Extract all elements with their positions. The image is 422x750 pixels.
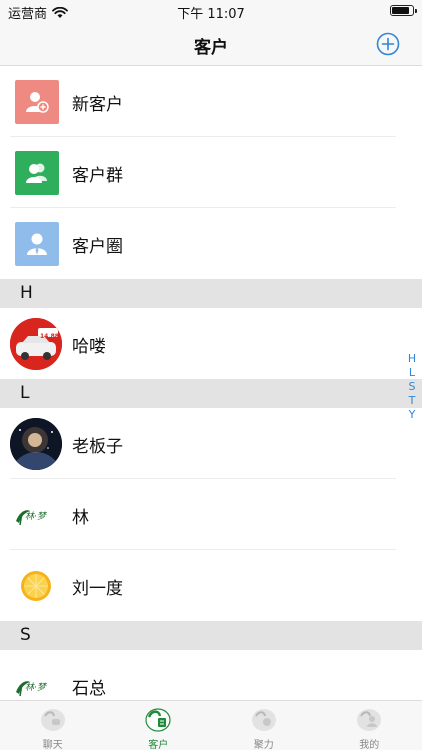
tab-profile[interactable]: 我的 — [317, 701, 422, 750]
contact-row[interactable]: 刘一度 — [0, 550, 422, 621]
add-customer-button[interactable] — [376, 32, 400, 56]
tab-bar: 聊天 客户 聚力 我的 — [0, 700, 422, 750]
menu-item-new-customer[interactable]: 新客户 — [0, 66, 422, 137]
tab-label: 我的 — [359, 740, 380, 750]
menu-item-customer-circle[interactable]: 客户圈 — [0, 208, 422, 279]
gather-icon — [251, 709, 276, 731]
index-letter[interactable]: H — [408, 352, 416, 366]
customer-icon — [145, 708, 171, 732]
menu-item-customer-group[interactable]: 客户群 — [0, 137, 422, 208]
section-header-h: H — [0, 279, 422, 308]
status-time: 下午 11:07 — [177, 7, 245, 22]
battery-icon — [390, 5, 417, 16]
contact-name: 石总 — [72, 679, 106, 699]
svg-text:林·梦: 林·梦 — [25, 511, 48, 522]
group-icon — [15, 151, 59, 195]
contact-name: 刘一度 — [72, 579, 123, 599]
status-bar: 运营商 下午 11:07 — [0, 0, 422, 22]
battery-level — [392, 7, 409, 14]
space-planet-avatar — [10, 418, 62, 470]
svg-text:林·梦: 林·梦 — [25, 682, 48, 693]
index-letter[interactable]: S — [409, 380, 416, 394]
tab-label: 聊天 — [42, 740, 63, 750]
contact-row[interactable]: 14.88万 哈喽 — [0, 308, 422, 379]
index-letter[interactable]: L — [409, 366, 415, 380]
price-badge: 14.88万 — [40, 333, 62, 340]
contact-row[interactable]: 林·梦 林 — [0, 479, 422, 550]
palm-logo-avatar: 林·梦 — [10, 489, 62, 541]
contact-name: 老板子 — [72, 437, 123, 457]
tab-label: 客户 — [148, 740, 169, 750]
tab-customer[interactable]: 客户 — [106, 701, 212, 750]
orange-avatar — [10, 560, 62, 612]
circle-user-icon — [15, 222, 59, 266]
alphabet-index[interactable]: H L S T Y — [406, 352, 418, 422]
chat-icon — [40, 709, 65, 731]
contact-name: 哈喽 — [72, 337, 106, 357]
menu-item-label: 客户圈 — [72, 237, 123, 257]
tab-label: 聚力 — [253, 740, 274, 750]
tab-chat[interactable]: 聊天 — [0, 701, 106, 750]
index-letter[interactable]: T — [409, 394, 416, 408]
tab-gather[interactable]: 聚力 — [211, 701, 317, 750]
menu-item-label: 新客户 — [72, 95, 123, 115]
contact-row[interactable]: 老板子 — [0, 408, 422, 479]
section-header-l: L — [0, 379, 422, 408]
contact-name: 林 — [72, 508, 89, 528]
profile-icon — [357, 709, 382, 731]
add-user-icon — [15, 80, 59, 124]
menu-item-label: 客户群 — [72, 166, 123, 186]
car-avatar: 14.88万 — [10, 318, 62, 370]
customer-list: 新客户 客户群 客户圈 H 14.88万 哈喽 L 老板子 林·梦 林 刘一度 … — [0, 66, 422, 721]
page-title: 客户 — [194, 38, 228, 58]
index-letter[interactable]: Y — [409, 408, 416, 422]
section-header-s: S — [0, 621, 422, 650]
navigation-bar: 客户 — [0, 22, 422, 66]
